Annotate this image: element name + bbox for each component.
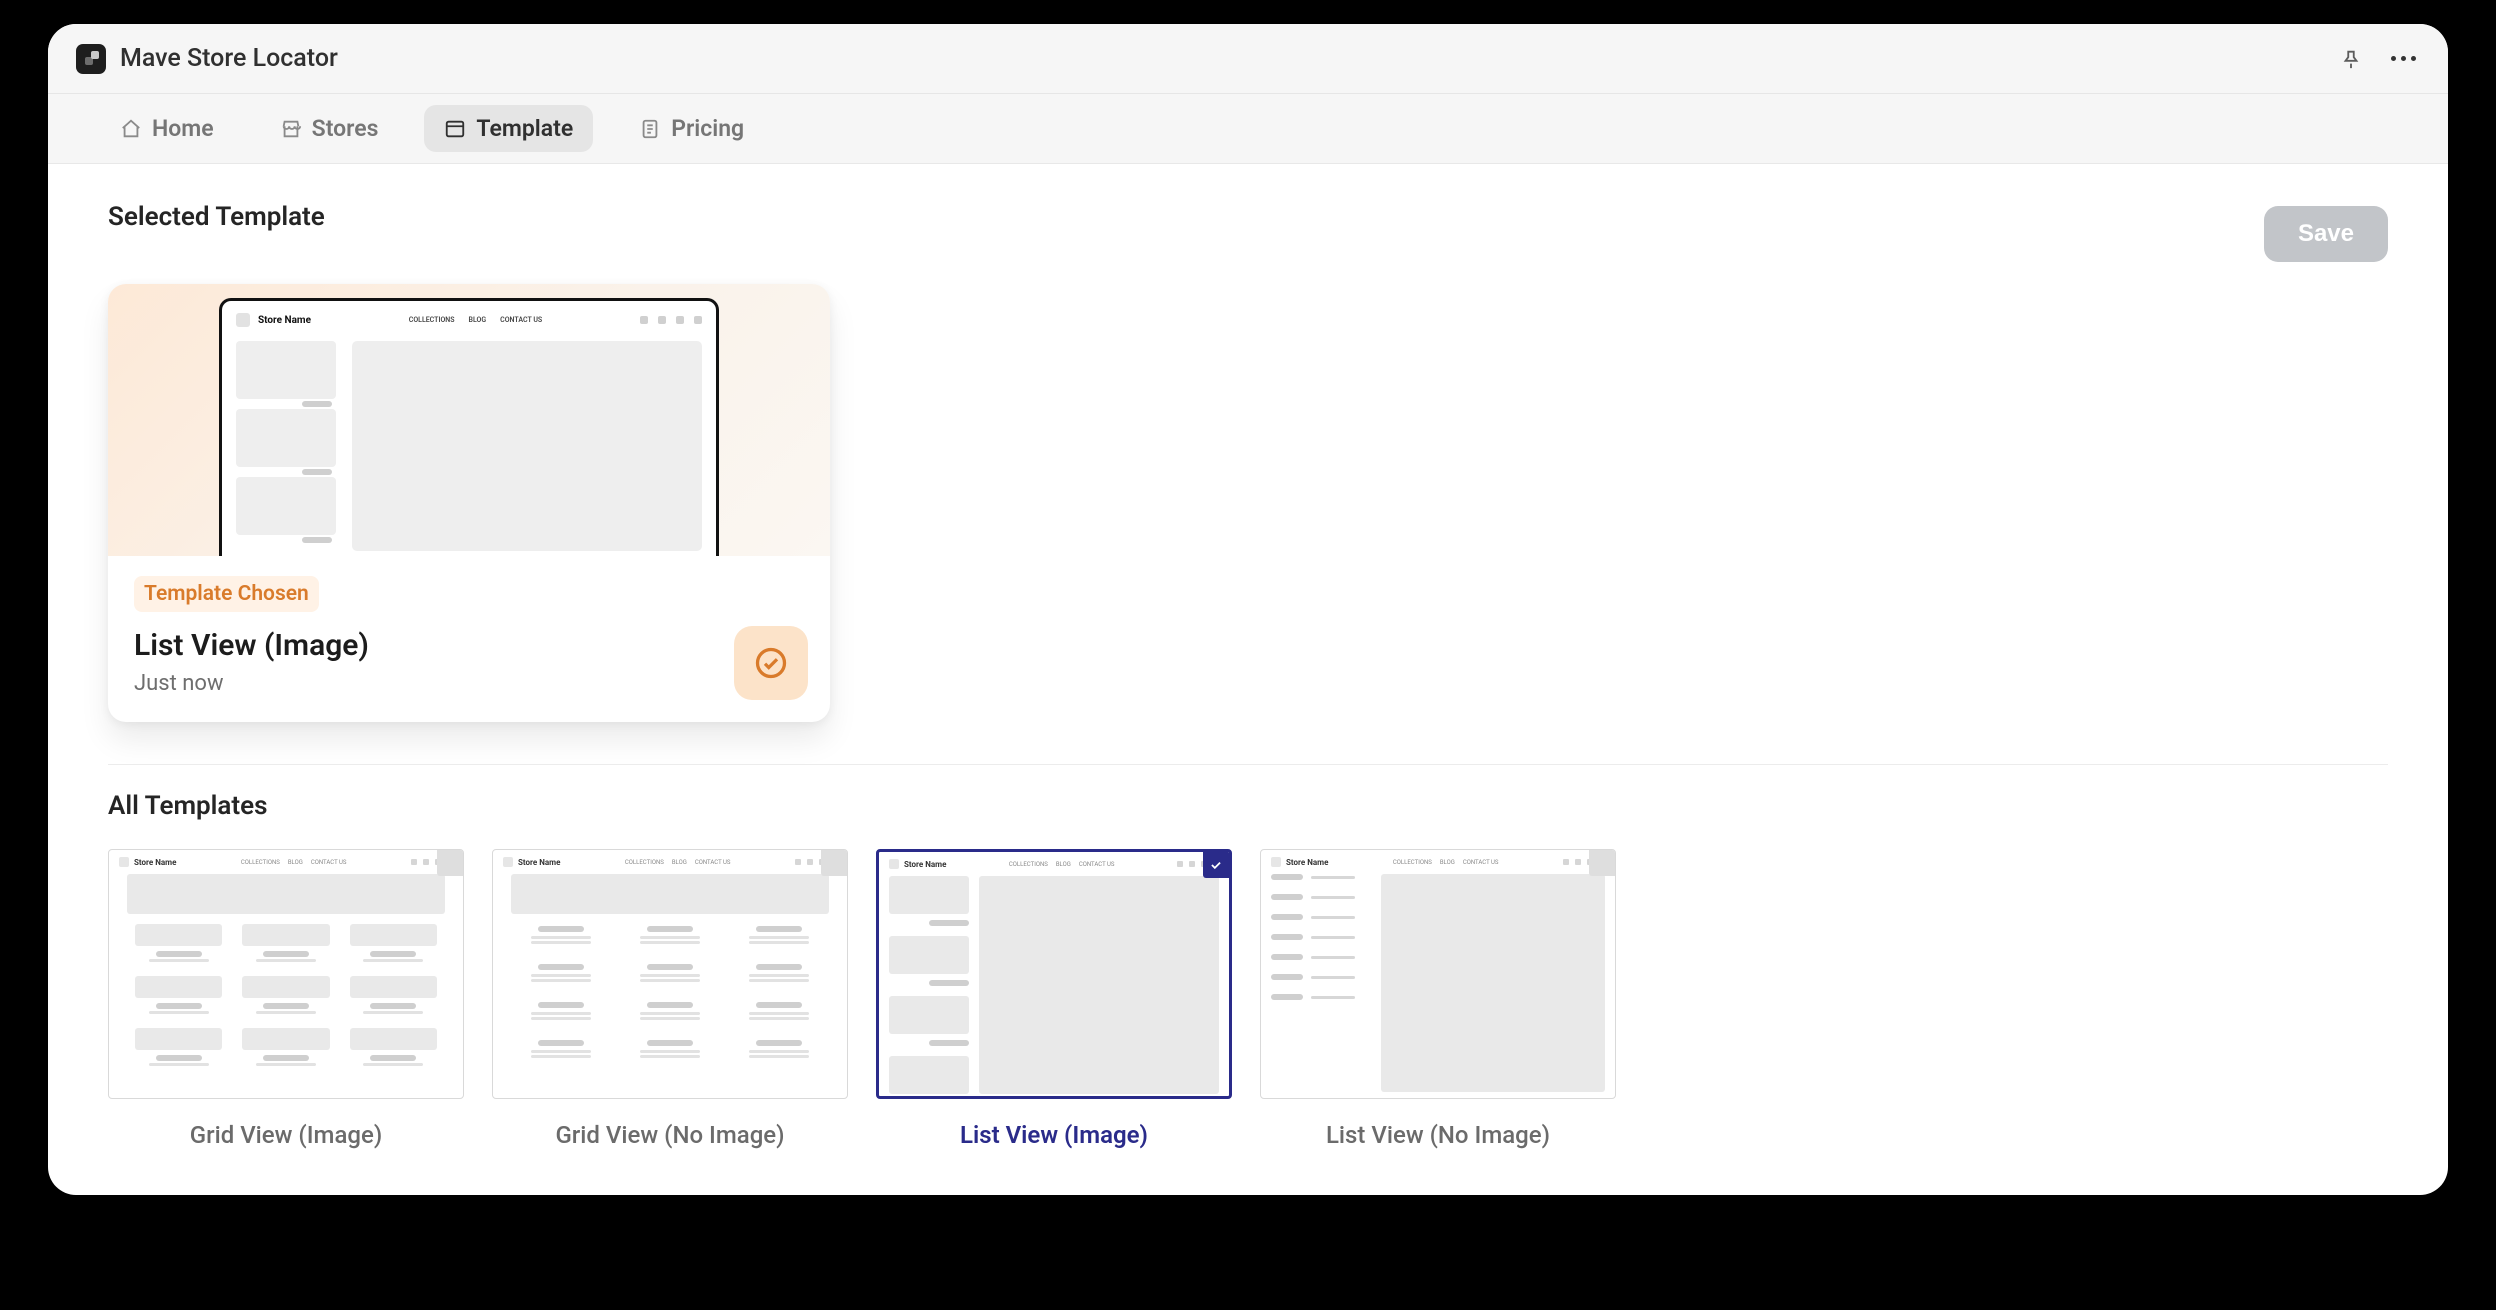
pin-icon [2340, 48, 2362, 70]
template-option-grid-view-image[interactable]: Store NameCOLLECTIONSBLOGCONTACT US [108, 849, 464, 1149]
template-label: Grid View (No Image) [492, 1121, 848, 1149]
tab-label: Template [476, 115, 573, 142]
mockup-nav-item: CONTACT US [500, 316, 542, 324]
template-label: List View (Image) [876, 1121, 1232, 1149]
check-icon [1209, 858, 1223, 872]
selected-template-title: Selected Template [108, 202, 325, 232]
pin-button[interactable] [2334, 42, 2368, 76]
template-icon [444, 118, 466, 140]
tab-label: Home [152, 115, 214, 142]
selected-template-name: List View (Image) [134, 628, 804, 663]
tab-label: Stores [312, 115, 379, 142]
more-icon [2391, 56, 2416, 61]
more-button[interactable] [2386, 42, 2420, 76]
selected-header-row: Selected Template Save [108, 202, 2388, 262]
mockup-nav-item: COLLECTIONS [409, 316, 455, 324]
check-circle-icon [753, 645, 789, 681]
tab-template[interactable]: Template [424, 105, 593, 152]
corner-marker [821, 850, 847, 876]
corner-marker [437, 850, 463, 876]
tab-home[interactable]: Home [100, 105, 234, 152]
title-bar-right [2334, 42, 2420, 76]
template-option-list-view-no-image[interactable]: Store NameCOLLECTIONSBLOGCONTACT US [1260, 849, 1616, 1149]
template-label: List View (No Image) [1260, 1121, 1616, 1149]
mockup-store-name: Store Name [1286, 858, 1328, 867]
app-icon [76, 44, 106, 74]
mockup-nav: COLLECTIONS BLOG CONTACT US [409, 316, 542, 324]
mockup-store-name: Store Name [258, 315, 311, 326]
app-window: Mave Store Locator Home Stores Template … [48, 24, 2448, 1195]
mockup-nav-item: BLOG [469, 316, 487, 324]
selected-template-card: Store Name COLLECTIONS BLOG CONTACT US [108, 284, 830, 722]
mockup-store-name: Store Name [134, 858, 176, 867]
selected-check-button[interactable] [734, 626, 808, 700]
corner-marker [1589, 850, 1615, 876]
tab-bar: Home Stores Template Pricing [48, 94, 2448, 164]
home-icon [120, 118, 142, 140]
template-option-list-view-image[interactable]: Store NameCOLLECTIONSBLOGCONTACT US List… [876, 849, 1232, 1149]
template-chosen-badge: Template Chosen [134, 576, 319, 612]
pricing-icon [639, 118, 661, 140]
tab-stores[interactable]: Stores [260, 105, 399, 152]
template-label: Grid View (Image) [108, 1121, 464, 1149]
store-icon [280, 118, 302, 140]
all-templates-title: All Templates [108, 791, 2388, 821]
title-bar: Mave Store Locator [48, 24, 2448, 94]
template-thumb: Store NameCOLLECTIONSBLOGCONTACT US [492, 849, 848, 1099]
tab-label: Pricing [671, 115, 744, 142]
template-option-grid-view-no-image[interactable]: Store NameCOLLECTIONSBLOGCONTACT US [492, 849, 848, 1149]
selected-template-preview: Store Name COLLECTIONS BLOG CONTACT US [108, 284, 830, 556]
selected-marker [1203, 852, 1229, 878]
save-button[interactable]: Save [2264, 206, 2388, 262]
template-thumb: Store NameCOLLECTIONSBLOGCONTACT US [108, 849, 464, 1099]
mockup-store-name: Store Name [904, 860, 946, 869]
template-mockup: Store Name COLLECTIONS BLOG CONTACT US [219, 298, 719, 556]
selected-template-time: Just now [134, 671, 804, 696]
template-thumb: Store NameCOLLECTIONSBLOGCONTACT US [1260, 849, 1616, 1099]
divider [108, 764, 2388, 765]
title-bar-left: Mave Store Locator [76, 44, 338, 74]
mockup-store-name: Store Name [518, 858, 560, 867]
app-title: Mave Store Locator [120, 44, 338, 73]
content: Selected Template Save Store Name COLLEC… [48, 164, 2448, 1195]
selected-template-meta: Template Chosen List View (Image) Just n… [108, 556, 830, 722]
template-thumb: Store NameCOLLECTIONSBLOGCONTACT US [876, 849, 1232, 1099]
tab-pricing[interactable]: Pricing [619, 105, 764, 152]
templates-grid: Store NameCOLLECTIONSBLOGCONTACT US [108, 849, 2388, 1149]
